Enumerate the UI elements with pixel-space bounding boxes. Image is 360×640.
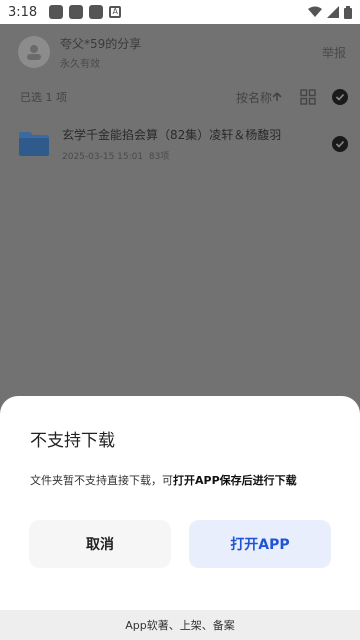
file-name: 玄学千金能掐会算（82集）凌轩＆杨馥羽: [62, 128, 282, 142]
wifi-icon: [308, 6, 322, 17]
share-validity: 永久有效: [60, 58, 100, 70]
notification-icons: A: [49, 5, 122, 19]
footer-bar[interactable]: App软著、上架、备案: [0, 610, 360, 640]
report-button[interactable]: 举报: [322, 44, 346, 61]
dialog-title: 不支持下载: [30, 431, 115, 451]
list-toolbar: 已选 1 项 按名称: [20, 88, 348, 106]
share-header: 夸父*59的分享 永久有效 举报: [18, 34, 346, 70]
file-list-item[interactable]: 玄学千金能掐会算（82集）凌轩＆杨馥羽 2025-03-15 15:01 83项: [18, 124, 348, 164]
file-count: 83项: [148, 152, 170, 162]
share-info: 夸父*59的分享 永久有效: [60, 35, 141, 70]
notification-icon: [69, 5, 84, 19]
file-date: 2025-03-15 15:01: [62, 152, 144, 162]
signal-icon: [327, 6, 339, 18]
notification-icon: [49, 5, 64, 19]
sort-label: 按名称: [235, 90, 272, 105]
file-info: 玄学千金能掐会算（82集）凌轩＆杨馥羽 2025-03-15 15:01 83项: [62, 126, 281, 162]
status-time: 3:18: [8, 4, 38, 20]
download-dialog: 不支持下载 文件夹暂不支持直接下载，可打开APP保存后进行下载 取消 打开APP: [0, 396, 360, 640]
file-check-icon[interactable]: [332, 136, 348, 152]
arrow-up-icon: [272, 92, 282, 101]
share-title: 夸父*59的分享: [60, 36, 142, 51]
status-bar: 3:18 A: [0, 0, 360, 24]
footer-text: App软著、上架、备案: [125, 619, 235, 632]
open-app-button[interactable]: 打开APP: [189, 520, 331, 568]
dialog-message: 文件夹暂不支持直接下载，可打开APP保存后进行下载: [30, 472, 297, 488]
battery-icon: [344, 5, 352, 19]
selected-count: 已选 1 项: [20, 91, 67, 104]
notification-icon: [89, 5, 104, 19]
accessibility-icon: A: [109, 6, 122, 18]
user-icon: [27, 45, 41, 60]
cancel-button[interactable]: 取消: [29, 520, 171, 568]
file-meta: 2025-03-15 15:01 83项: [62, 149, 281, 162]
avatar: [18, 36, 50, 68]
dialog-message-highlight: 打开APP保存后进行下载: [173, 474, 297, 487]
sort-button[interactable]: 按名称: [236, 89, 282, 106]
select-all-check-icon[interactable]: [332, 89, 348, 105]
system-icons: [308, 5, 352, 19]
folder-icon: [19, 132, 49, 156]
dialog-message-text: 文件夹暂不支持直接下载，可: [30, 474, 173, 487]
grid-view-icon[interactable]: [300, 89, 316, 105]
